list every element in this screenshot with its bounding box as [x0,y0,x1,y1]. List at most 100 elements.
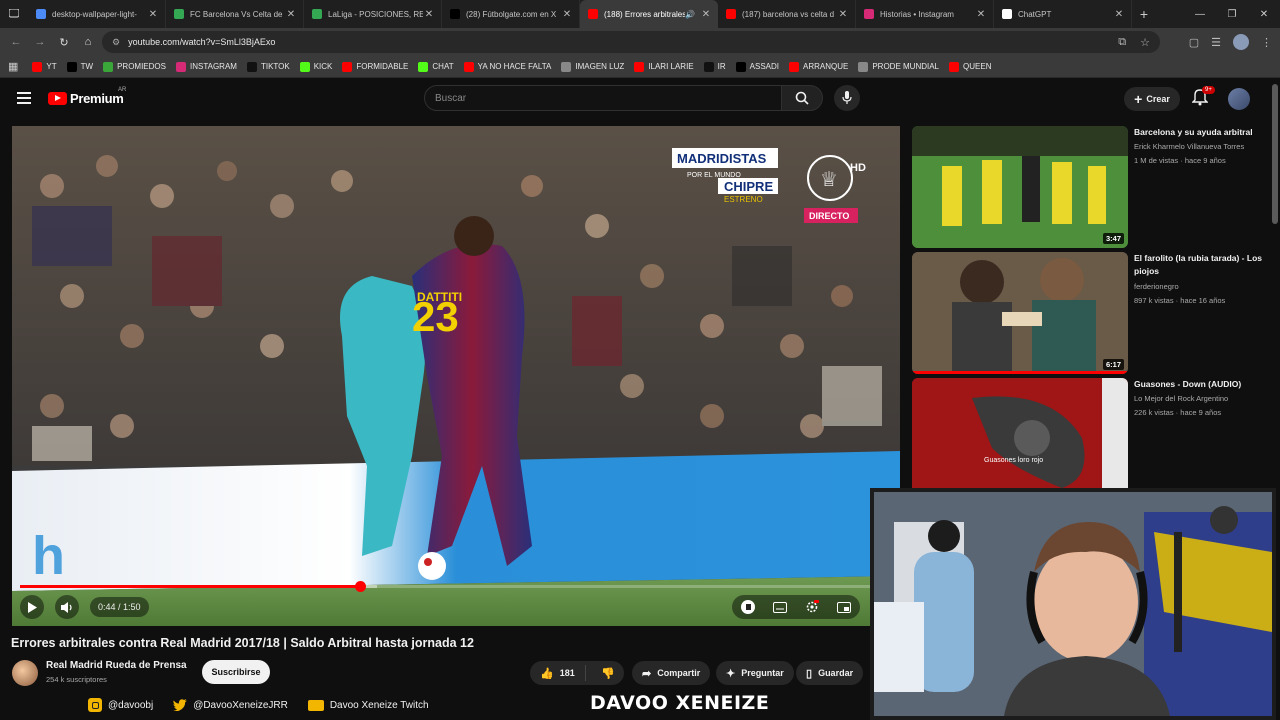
bookmark-item[interactable]: PRODE MUNDIAL [858,61,939,72]
browser-tab[interactable]: (188) Errores arbitrales 🔊 ✕ [580,0,718,28]
voice-search-button[interactable] [834,85,860,111]
bookmark-item[interactable]: ARRANQUE [788,61,848,72]
bookmark-item[interactable]: TW [66,61,93,72]
autoplay-toggle[interactable] [741,600,755,614]
bookmark-item[interactable]: INSTAGRAM [175,61,237,72]
volume-button[interactable] [55,595,79,619]
settings-icon[interactable] [805,600,819,614]
youtube-logo[interactable]: Premium AR [48,87,126,106]
browser-tab[interactable]: (187) barcelona vs celta d ✕ [718,0,856,28]
tab-close-icon[interactable]: ✕ [700,9,712,20]
wm-chipre: CHIPRE [724,179,773,194]
media-control-icon[interactable]: ☰ [1211,36,1221,49]
bookmark-label: INSTAGRAM [189,62,237,71]
tab-close-icon[interactable]: ✕ [837,9,849,20]
bookmark-item[interactable]: YT [32,61,57,72]
bookmark-item[interactable]: CHAT [418,61,454,72]
apps-grid-icon[interactable]: ▦ [8,60,18,73]
close-window-icon[interactable]: ✕ [1248,0,1280,28]
forward-icon[interactable]: → [28,28,52,56]
toolbar-right: ▢ ☰ ⋮ [1189,28,1272,56]
subtitles-icon[interactable] [773,601,787,613]
bookmark-item[interactable]: IR [703,61,726,72]
rec-title[interactable]: Barcelona y su ayuda arbitral [1134,126,1270,139]
home-icon[interactable]: ⌂ [76,28,100,56]
search-input[interactable]: Buscar [424,85,782,111]
browser-tab[interactable]: (28) Fútbolgate.com en X ✕ [442,0,580,28]
tab-close-icon[interactable]: ✕ [1113,9,1125,20]
bookmark-item[interactable]: IMAGEN LUZ [561,61,624,72]
tab-close-icon[interactable]: ✕ [285,9,297,20]
bookmark-item[interactable]: QUEEN [949,61,991,72]
browser-menu-icon[interactable]: ⋮ [1261,36,1272,49]
webcam-image [874,492,1272,716]
tab-search-icon[interactable] [0,0,28,28]
search-icon [795,91,809,105]
bookmark-item[interactable]: KICK [299,61,332,72]
reload-icon[interactable]: ↻ [52,28,76,56]
rec-title[interactable]: Guasones - Down (AUDIO) [1134,378,1270,391]
rec-channel[interactable]: Erick Kharmelo Villanueva Torres [1134,142,1274,151]
tab-close-icon[interactable]: ✕ [561,9,573,20]
browser-tab[interactable]: Historias • Instagram ✕ [856,0,994,28]
browser-tab[interactable]: desktop-wallpaper-light- ✕ [28,0,166,28]
new-tab-button[interactable]: + [1132,6,1156,22]
channel-avatar[interactable] [12,660,38,686]
create-button[interactable]: + Crear [1124,87,1180,111]
browser-tab[interactable]: ChatGPT ✕ [994,0,1132,28]
thumbs-down-icon: 👎 [601,667,616,680]
bookmark-label: CHAT [432,62,454,71]
rec-channel[interactable]: ferderionegro [1134,282,1274,291]
bookmark-item[interactable]: ASSADI [735,61,779,72]
rec-channel[interactable]: Lo Mejor del Rock Argentino [1134,394,1274,403]
address-bar[interactable]: ⚙ youtube.com/watch?v=SmLl3BjAExo [102,31,1160,53]
tab-title: (28) Fútbolgate.com en X [466,9,557,19]
tab-title: ChatGPT [1018,9,1052,19]
subscribe-button[interactable]: Suscribirse [202,660,270,684]
bookmark-item[interactable]: PROMIEDOS [103,61,166,72]
site-info-icon[interactable]: ⚙ [112,37,120,48]
bookmark-item[interactable]: FORMIDABLE [342,61,408,72]
progress-bar[interactable] [20,581,870,592]
tab-close-icon[interactable]: ✕ [975,9,987,20]
page-scrollbar[interactable] [1272,84,1278,224]
menu-icon[interactable] [17,92,31,104]
profile-avatar[interactable] [1233,34,1249,50]
bookmark-item[interactable]: ILARI LARIE [634,61,694,72]
channel-name[interactable]: Real Madrid Rueda de Prensa [46,660,187,671]
share-label: Compartir [657,668,701,678]
ask-button[interactable]: ✦ Preguntar [716,661,794,685]
tab-title: LaLiga - POSICIONES, RE [328,9,423,19]
rec-thumbnail[interactable]: 3:47 [912,126,1128,248]
browser-tab[interactable]: LaLiga - POSICIONES, RE ✕ [304,0,442,28]
tab-audio-icon[interactable]: 🔊 [685,10,695,19]
back-icon[interactable]: ← [4,28,28,56]
bookmark-item[interactable]: YA NO HACE FALTA [463,61,551,72]
save-button[interactable]: ▯ Guardar [796,661,864,685]
tab-close-icon[interactable]: ✕ [423,9,435,20]
video-player[interactable]: h DATTITI 23 MADRIDISTAS POR EL MUNDO CH… [12,126,900,626]
minimize-icon[interactable]: — [1184,0,1216,28]
install-app-icon[interactable]: ⧉ [1118,36,1126,49]
bookmark-favicon-icon [103,61,114,72]
scrubber-handle[interactable] [355,581,366,592]
rec-thumbnail[interactable]: Guasones loro rojo [912,378,1128,500]
dislike-button[interactable]: 👎 [592,665,624,681]
bookmark-item[interactable]: TIKTOK [246,61,290,72]
rec-title[interactable]: El farolito (la rubia tarada) - Los pioj… [1134,252,1270,278]
account-avatar[interactable] [1228,88,1250,110]
footer-twitter: @DavooXeneizeJRR [173,698,288,712]
tab-favicon-icon [174,9,184,19]
like-button[interactable]: 👍 181 [530,665,587,681]
search-button[interactable] [781,85,823,111]
maximize-icon[interactable]: ❐ [1216,0,1248,28]
browser-tab[interactable]: FC Barcelona Vs Celta de ✕ [166,0,304,28]
extensions-icon[interactable]: ▢ [1189,36,1199,49]
bookmark-star-icon[interactable]: ☆ [1140,36,1150,49]
rec-thumbnail[interactable]: 6:17 [912,252,1128,374]
theater-mode-icon[interactable] [837,601,851,613]
tab-close-icon[interactable]: ✕ [147,9,159,20]
twitter-handle: @DavooXeneizeJRR [193,699,288,711]
share-button[interactable]: ➦ Compartir [632,661,711,685]
play-button[interactable] [20,595,44,619]
